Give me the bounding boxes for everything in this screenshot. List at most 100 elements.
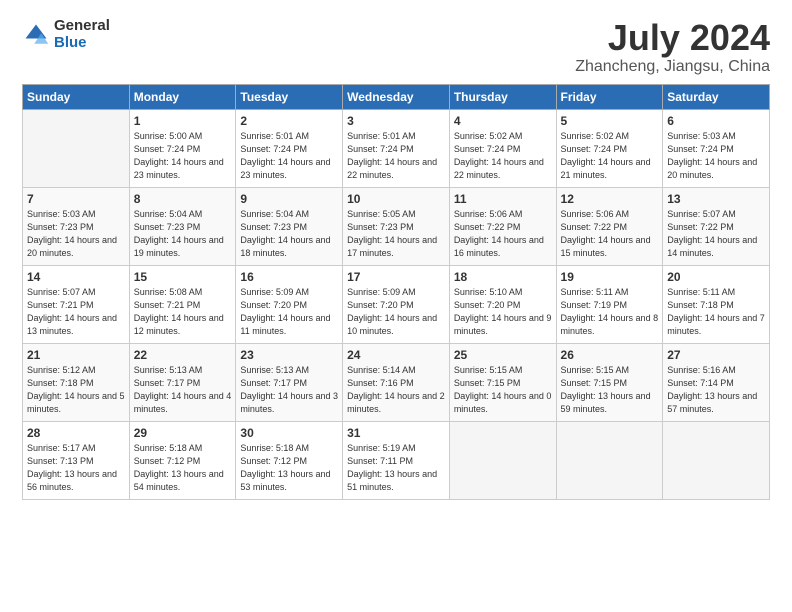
day-info: Sunrise: 5:02 AMSunset: 7:24 PMDaylight:… <box>561 131 651 180</box>
day-number: 10 <box>347 192 445 206</box>
calendar-cell: 18 Sunrise: 5:10 AMSunset: 7:20 PMDaylig… <box>449 265 556 343</box>
day-info: Sunrise: 5:06 AMSunset: 7:22 PMDaylight:… <box>561 209 651 258</box>
day-number: 23 <box>240 348 338 362</box>
logo-general: General <box>54 18 110 35</box>
day-info: Sunrise: 5:07 AMSunset: 7:22 PMDaylight:… <box>667 209 757 258</box>
calendar-cell: 27 Sunrise: 5:16 AMSunset: 7:14 PMDaylig… <box>663 343 770 421</box>
day-info: Sunrise: 5:08 AMSunset: 7:21 PMDaylight:… <box>134 287 224 336</box>
calendar-cell: 15 Sunrise: 5:08 AMSunset: 7:21 PMDaylig… <box>129 265 236 343</box>
logo-icon <box>22 21 50 49</box>
calendar-cell: 22 Sunrise: 5:13 AMSunset: 7:17 PMDaylig… <box>129 343 236 421</box>
calendar-cell: 9 Sunrise: 5:04 AMSunset: 7:23 PMDayligh… <box>236 187 343 265</box>
day-info: Sunrise: 5:02 AMSunset: 7:24 PMDaylight:… <box>454 131 544 180</box>
day-number: 16 <box>240 270 338 284</box>
day-number: 22 <box>134 348 232 362</box>
week-row-4: 21 Sunrise: 5:12 AMSunset: 7:18 PMDaylig… <box>23 343 770 421</box>
day-number: 30 <box>240 426 338 440</box>
week-row-1: 1 Sunrise: 5:00 AMSunset: 7:24 PMDayligh… <box>23 109 770 187</box>
day-info: Sunrise: 5:04 AMSunset: 7:23 PMDaylight:… <box>134 209 224 258</box>
day-number: 21 <box>27 348 125 362</box>
day-info: Sunrise: 5:13 AMSunset: 7:17 PMDaylight:… <box>240 365 338 414</box>
day-info: Sunrise: 5:15 AMSunset: 7:15 PMDaylight:… <box>454 365 552 414</box>
day-info: Sunrise: 5:09 AMSunset: 7:20 PMDaylight:… <box>347 287 437 336</box>
day-info: Sunrise: 5:15 AMSunset: 7:15 PMDaylight:… <box>561 365 651 414</box>
calendar-table: SundayMondayTuesdayWednesdayThursdayFrid… <box>22 84 770 500</box>
day-number: 6 <box>667 114 765 128</box>
day-number: 15 <box>134 270 232 284</box>
day-number: 17 <box>347 270 445 284</box>
logo: General Blue <box>22 18 110 51</box>
day-info: Sunrise: 5:11 AMSunset: 7:18 PMDaylight:… <box>667 287 765 336</box>
day-number: 25 <box>454 348 552 362</box>
calendar-cell: 24 Sunrise: 5:14 AMSunset: 7:16 PMDaylig… <box>343 343 450 421</box>
calendar-cell: 8 Sunrise: 5:04 AMSunset: 7:23 PMDayligh… <box>129 187 236 265</box>
day-info: Sunrise: 5:19 AMSunset: 7:11 PMDaylight:… <box>347 443 437 492</box>
day-info: Sunrise: 5:06 AMSunset: 7:22 PMDaylight:… <box>454 209 544 258</box>
day-number: 12 <box>561 192 659 206</box>
day-number: 4 <box>454 114 552 128</box>
main-title: July 2024 <box>575 18 770 58</box>
day-info: Sunrise: 5:04 AMSunset: 7:23 PMDaylight:… <box>240 209 330 258</box>
calendar-cell: 10 Sunrise: 5:05 AMSunset: 7:23 PMDaylig… <box>343 187 450 265</box>
calendar-cell: 6 Sunrise: 5:03 AMSunset: 7:24 PMDayligh… <box>663 109 770 187</box>
day-info: Sunrise: 5:17 AMSunset: 7:13 PMDaylight:… <box>27 443 117 492</box>
calendar-cell: 30 Sunrise: 5:18 AMSunset: 7:12 PMDaylig… <box>236 421 343 499</box>
day-info: Sunrise: 5:11 AMSunset: 7:19 PMDaylight:… <box>561 287 659 336</box>
day-info: Sunrise: 5:12 AMSunset: 7:18 PMDaylight:… <box>27 365 125 414</box>
header-saturday: Saturday <box>663 84 770 109</box>
calendar-cell: 13 Sunrise: 5:07 AMSunset: 7:22 PMDaylig… <box>663 187 770 265</box>
calendar-cell: 7 Sunrise: 5:03 AMSunset: 7:23 PMDayligh… <box>23 187 130 265</box>
day-number: 31 <box>347 426 445 440</box>
day-info: Sunrise: 5:13 AMSunset: 7:17 PMDaylight:… <box>134 365 232 414</box>
calendar-cell: 11 Sunrise: 5:06 AMSunset: 7:22 PMDaylig… <box>449 187 556 265</box>
day-number: 29 <box>134 426 232 440</box>
calendar-cell: 17 Sunrise: 5:09 AMSunset: 7:20 PMDaylig… <box>343 265 450 343</box>
calendar-cell: 20 Sunrise: 5:11 AMSunset: 7:18 PMDaylig… <box>663 265 770 343</box>
header-thursday: Thursday <box>449 84 556 109</box>
day-number: 8 <box>134 192 232 206</box>
calendar-cell: 29 Sunrise: 5:18 AMSunset: 7:12 PMDaylig… <box>129 421 236 499</box>
day-number: 20 <box>667 270 765 284</box>
day-number: 27 <box>667 348 765 362</box>
day-number: 11 <box>454 192 552 206</box>
header-monday: Monday <box>129 84 236 109</box>
calendar-cell <box>23 109 130 187</box>
calendar-cell: 21 Sunrise: 5:12 AMSunset: 7:18 PMDaylig… <box>23 343 130 421</box>
day-info: Sunrise: 5:09 AMSunset: 7:20 PMDaylight:… <box>240 287 330 336</box>
day-info: Sunrise: 5:00 AMSunset: 7:24 PMDaylight:… <box>134 131 224 180</box>
week-row-2: 7 Sunrise: 5:03 AMSunset: 7:23 PMDayligh… <box>23 187 770 265</box>
calendar-cell: 25 Sunrise: 5:15 AMSunset: 7:15 PMDaylig… <box>449 343 556 421</box>
calendar-cell <box>449 421 556 499</box>
calendar-cell: 23 Sunrise: 5:13 AMSunset: 7:17 PMDaylig… <box>236 343 343 421</box>
calendar-header-row: SundayMondayTuesdayWednesdayThursdayFrid… <box>23 84 770 109</box>
day-info: Sunrise: 5:18 AMSunset: 7:12 PMDaylight:… <box>240 443 330 492</box>
day-number: 5 <box>561 114 659 128</box>
logo-text: General Blue <box>54 18 110 51</box>
subtitle: Zhancheng, Jiangsu, China <box>575 58 770 76</box>
day-info: Sunrise: 5:10 AMSunset: 7:20 PMDaylight:… <box>454 287 552 336</box>
calendar-cell: 12 Sunrise: 5:06 AMSunset: 7:22 PMDaylig… <box>556 187 663 265</box>
day-number: 24 <box>347 348 445 362</box>
day-number: 26 <box>561 348 659 362</box>
header-friday: Friday <box>556 84 663 109</box>
week-row-3: 14 Sunrise: 5:07 AMSunset: 7:21 PMDaylig… <box>23 265 770 343</box>
logo-blue: Blue <box>54 35 110 52</box>
day-number: 7 <box>27 192 125 206</box>
week-row-5: 28 Sunrise: 5:17 AMSunset: 7:13 PMDaylig… <box>23 421 770 499</box>
day-number: 2 <box>240 114 338 128</box>
calendar-cell: 14 Sunrise: 5:07 AMSunset: 7:21 PMDaylig… <box>23 265 130 343</box>
day-info: Sunrise: 5:18 AMSunset: 7:12 PMDaylight:… <box>134 443 224 492</box>
calendar-cell <box>556 421 663 499</box>
calendar-cell: 4 Sunrise: 5:02 AMSunset: 7:24 PMDayligh… <box>449 109 556 187</box>
calendar-cell: 28 Sunrise: 5:17 AMSunset: 7:13 PMDaylig… <box>23 421 130 499</box>
day-info: Sunrise: 5:07 AMSunset: 7:21 PMDaylight:… <box>27 287 117 336</box>
calendar-cell: 31 Sunrise: 5:19 AMSunset: 7:11 PMDaylig… <box>343 421 450 499</box>
day-number: 9 <box>240 192 338 206</box>
day-number: 28 <box>27 426 125 440</box>
calendar-cell: 26 Sunrise: 5:15 AMSunset: 7:15 PMDaylig… <box>556 343 663 421</box>
header: General Blue July 2024 Zhancheng, Jiangs… <box>22 18 770 76</box>
day-number: 14 <box>27 270 125 284</box>
calendar-cell: 2 Sunrise: 5:01 AMSunset: 7:24 PMDayligh… <box>236 109 343 187</box>
day-info: Sunrise: 5:16 AMSunset: 7:14 PMDaylight:… <box>667 365 757 414</box>
day-info: Sunrise: 5:01 AMSunset: 7:24 PMDaylight:… <box>347 131 437 180</box>
